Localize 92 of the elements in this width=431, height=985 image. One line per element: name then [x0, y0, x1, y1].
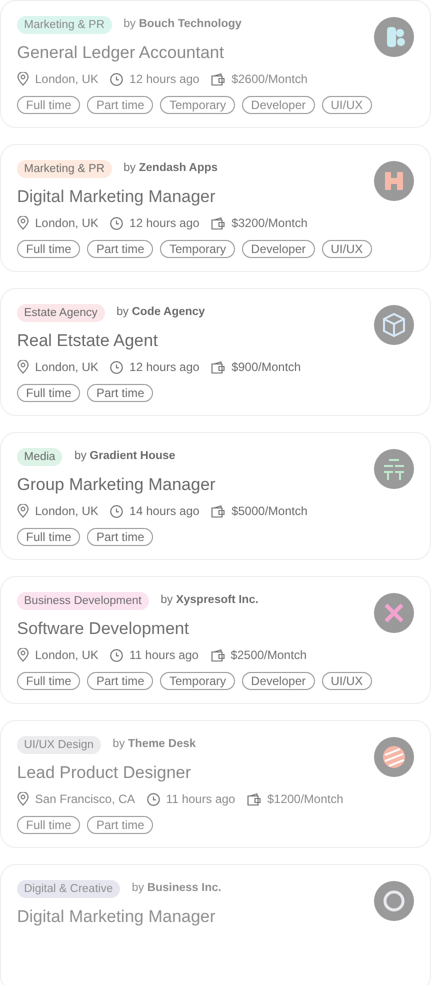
job-title[interactable]: Digital Marketing Manager [17, 907, 374, 927]
location-text: London, UK [35, 647, 98, 664]
category-badge: Marketing & PR [17, 16, 112, 34]
job-card[interactable]: Media by Gradient House Group Marketing Manager London, UK 14 hours ago $5000/Montch Full time Part time [0, 432, 431, 560]
salary-text: $5000/Montch [231, 503, 308, 520]
job-type-tag: Temporary [160, 240, 236, 258]
location-text: San Francisco, CA [35, 791, 136, 808]
company-name: by Xyspresoft Inc. [160, 593, 258, 608]
company-logo-icon [374, 161, 414, 201]
posted-time: 11 hours ago [129, 647, 199, 664]
job-type-tag: Full time [17, 816, 80, 834]
job-type-tag: Part time [87, 816, 154, 834]
job-type-tag: Developer [242, 672, 315, 690]
job-type-tag: Developer [242, 240, 315, 258]
job-type-tag: Part time [87, 240, 154, 258]
clock-icon [110, 504, 124, 518]
job-title[interactable]: Real Etstate Agent [17, 331, 374, 351]
company-logo-icon [374, 593, 414, 633]
company-logo-icon [374, 737, 414, 777]
company-name: by Theme Desk [112, 737, 196, 752]
job-type-tag: Full time [17, 528, 80, 546]
clock-icon [110, 216, 124, 230]
location-pin-icon [17, 360, 29, 374]
company-logo-icon [374, 881, 414, 921]
job-title[interactable]: Group Marketing Manager [17, 475, 374, 495]
category-badge: Digital & Creative [17, 880, 120, 898]
job-title[interactable]: General Ledger Accountant [17, 43, 374, 63]
job-type-tag: Part time [87, 96, 154, 114]
job-type-tag: UI/UX [322, 672, 372, 690]
job-type-tag: Temporary [160, 96, 236, 114]
salary-text: $2500/Montch [230, 647, 307, 664]
posted-time: 12 hours ago [129, 215, 200, 232]
wallet-icon [211, 360, 226, 374]
posted-time: 14 hours ago [129, 503, 200, 520]
wallet-icon [210, 648, 225, 662]
company-name: by Code Agency [116, 305, 205, 320]
wallet-icon [211, 72, 226, 86]
category-badge: Business Development [17, 592, 149, 610]
category-badge: Marketing & PR [17, 160, 112, 178]
wallet-icon [211, 216, 226, 230]
category-badge: Estate Agency [17, 304, 105, 322]
job-title[interactable]: Lead Product Designer [17, 763, 374, 783]
location-pin-icon [17, 216, 29, 230]
salary-text: $3200/Montch [231, 215, 308, 232]
job-type-tag: UI/UX [322, 240, 372, 258]
job-title[interactable]: Software Development [17, 619, 374, 639]
salary-text: $1200/Montch [267, 791, 344, 808]
location-text: London, UK [35, 215, 98, 232]
job-type-tag: Part time [87, 528, 154, 546]
job-type-tag: Full time [17, 96, 80, 114]
salary-text: $2600/Montch [231, 71, 308, 88]
category-badge: Media [17, 448, 62, 466]
job-card[interactable]: Estate Agency by Code Agency Real Etstate Agent London, UK 12 hours ago $900/Montch Full time Part time [0, 288, 431, 416]
location-pin-icon [17, 648, 29, 662]
company-logo-icon [374, 449, 414, 489]
salary-text: $900/Montch [231, 359, 301, 376]
company-name: by Business Inc. [132, 881, 222, 896]
job-card[interactable]: Marketing & PR by Zendash Apps Digital Marketing Manager London, UK 12 hours ago $3200/Montch Full time Part time Temporary Developer UI/UX [0, 144, 431, 272]
job-type-tag: Temporary [160, 672, 236, 690]
job-type-tag: UI/UX [322, 96, 372, 114]
clock-icon [147, 792, 160, 806]
job-title[interactable]: Digital Marketing Manager [17, 187, 374, 207]
job-card[interactable]: UI/UX Design by Theme Desk Lead Product Designer San Francisco, CA 11 hours ago $1200/Montch Full time Part time [0, 720, 431, 848]
posted-time: 12 hours ago [129, 359, 200, 376]
company-logo-icon [374, 17, 414, 57]
location-pin-icon [17, 72, 29, 86]
wallet-icon [247, 792, 262, 806]
location-text: London, UK [35, 359, 98, 376]
job-type-tag: Full time [17, 240, 80, 258]
job-card[interactable]: Business Development by Xyspresoft Inc. Software Development London, UK 11 hours ago $2500/Montch Full time Part time Temporary Developer UI/UX [0, 576, 431, 704]
job-type-tag: Full time [17, 384, 80, 402]
job-type-tag: Full time [17, 672, 80, 690]
company-name: by Zendash Apps [124, 161, 218, 176]
posted-time: 12 hours ago [129, 71, 200, 88]
clock-icon [110, 72, 124, 86]
job-type-tag: Part time [87, 384, 154, 402]
job-card[interactable]: Digital & Creative by Business Inc. Digital Marketing Manager [0, 864, 431, 985]
job-type-tag: Developer [242, 96, 315, 114]
company-name: by Gradient House [74, 449, 176, 464]
location-pin-icon [17, 792, 29, 806]
company-name: by Bouch Technology [124, 17, 242, 32]
wallet-icon [211, 504, 226, 518]
location-pin-icon [17, 504, 29, 518]
job-type-tag: Part time [87, 672, 154, 690]
location-text: London, UK [35, 503, 98, 520]
clock-icon [110, 360, 124, 374]
clock-icon [110, 648, 124, 662]
company-logo-icon [374, 305, 414, 345]
job-card[interactable]: Marketing & PR by Bouch Technology General Ledger Accountant London, UK 12 hours ago $2600/Montch Full time Part time Temporary Developer UI/UX [0, 0, 431, 128]
location-text: London, UK [35, 71, 98, 88]
category-badge: UI/UX Design [17, 736, 101, 754]
posted-time: 11 hours ago [166, 791, 236, 808]
